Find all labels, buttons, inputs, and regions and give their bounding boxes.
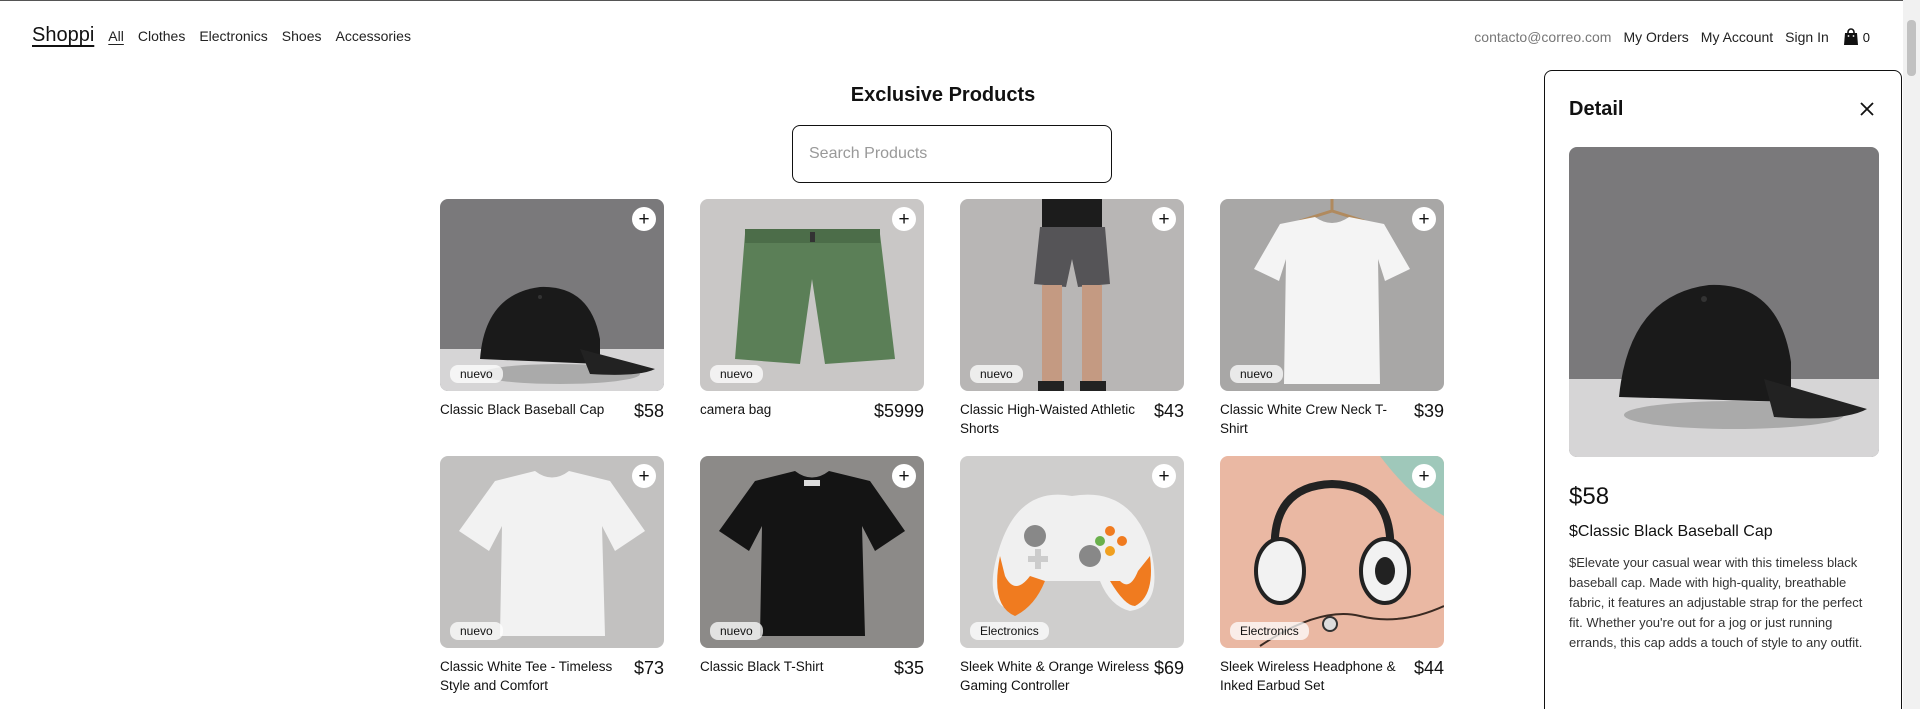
product-info: Classic Black T-Shirt $35 [700,657,924,679]
sign-in-link[interactable]: Sign In [1785,29,1829,45]
nav-category-electronics[interactable]: Electronics [199,28,267,44]
product-grid: + nuevo Classic Black Baseball Cap $58 +… [440,199,1445,709]
product-price: $5999 [873,401,924,421]
product-info: Sleek White & Orange Wireless Gaming Con… [960,657,1184,695]
my-account-link[interactable]: My Account [1701,29,1773,45]
white-tee-image [440,456,664,648]
product-price: $58 [633,401,664,421]
black-cap-image [440,199,664,391]
green-shorts-image [700,199,924,391]
nav-category-clothes[interactable]: Clothes [138,28,185,44]
nav-category-all[interactable]: All [108,28,124,44]
cart-button[interactable]: 0 [1841,27,1870,47]
close-detail-button[interactable] [1857,99,1877,119]
product-card[interactable]: + Electronics Sleek White & Orange Wirel… [960,456,1184,709]
cart-count: 0 [1862,29,1870,45]
scrollbar-thumb[interactable] [1907,20,1916,76]
product-image[interactable]: + Electronics [960,456,1184,648]
category-badge: nuevo [1230,365,1283,383]
product-card[interactable]: + nuevo Classic Black T-Shirt $35 [700,456,924,709]
category-badge: nuevo [710,365,763,383]
nav-category-shoes[interactable]: Shoes [282,28,322,44]
product-card[interactable]: + nuevo Classic Black Baseball Cap $58 [440,199,664,456]
add-to-cart-button[interactable]: + [1152,464,1176,488]
category-badge: Electronics [1230,622,1309,640]
category-badge: nuevo [710,622,763,640]
detail-description: $Elevate your casual wear with this time… [1569,555,1863,650]
product-image[interactable]: + nuevo [1220,199,1444,391]
athletic-shorts-image [960,199,1184,391]
add-to-cart-button[interactable]: + [892,464,916,488]
product-name: Classic High-Waisted Athletic Shorts [960,402,1136,436]
product-price: $39 [1413,401,1444,421]
category-badge: nuevo [970,365,1023,383]
product-card[interactable]: + nuevo Classic High-Waisted Athletic Sh… [960,199,1184,456]
product-info: Classic White Tee - Timeless Style and C… [440,657,664,695]
add-to-cart-button[interactable]: + [892,207,916,231]
product-name: Classic White Crew Neck T-Shirt [1220,402,1388,436]
black-tee-image [700,456,924,648]
product-card[interactable]: + Electronics Sleek Wireless Headphone &… [1220,456,1444,709]
product-image[interactable]: + nuevo [960,199,1184,391]
navbar: Shoppi All Clothes Electronics Shoes Acc… [0,18,1900,54]
add-to-cart-button[interactable]: + [1412,464,1436,488]
product-image[interactable]: + nuevo [700,456,924,648]
close-icon [1860,102,1874,116]
product-card[interactable]: + nuevo camera bag $5999 [700,199,924,456]
product-price: $69 [1153,658,1184,678]
add-to-cart-button[interactable]: + [632,464,656,488]
black-cap-detail-image [1569,147,1879,457]
product-image[interactable]: + nuevo [440,199,664,391]
page-scrollbar[interactable] [1903,0,1920,709]
my-orders-link[interactable]: My Orders [1623,29,1688,45]
product-card[interactable]: + nuevo Classic White Crew Neck T-Shirt … [1220,199,1444,456]
nav-right: contacto@correo.com My Orders My Account… [1474,27,1870,47]
product-info: Classic White Crew Neck T-Shirt $39 [1220,400,1444,438]
category-badge: nuevo [450,365,503,383]
product-detail-panel: Detail $58 $Classic Black Baseball Cap $… [1544,70,1902,709]
add-to-cart-button[interactable]: + [1412,207,1436,231]
product-image[interactable]: + nuevo [700,199,924,391]
nav-category-accessories[interactable]: Accessories [335,28,410,44]
window-top-border [0,0,1920,1]
product-info: Classic Black Baseball Cap $58 [440,400,664,422]
product-name: Classic Black Baseball Cap [440,402,605,417]
product-name: Sleek Wireless Headphone & Inked Earbud … [1220,659,1396,693]
add-to-cart-button[interactable]: + [1152,207,1176,231]
category-badge: Electronics [970,622,1049,640]
logo-link[interactable]: Shoppi [32,24,94,47]
user-email: contacto@correo.com [1474,29,1612,45]
search-input[interactable] [792,125,1112,183]
product-price: $43 [1153,401,1184,421]
product-image[interactable]: + Electronics [1220,456,1444,648]
page-title-text: Exclusive Products [850,84,1036,106]
add-to-cart-button[interactable]: + [632,207,656,231]
product-price: $44 [1413,658,1444,678]
white-tshirt-hanger-image [1220,199,1444,391]
detail-price: $58 [1569,483,1610,510]
product-price: $35 [893,658,924,678]
shopping-bag-icon [1841,27,1861,47]
product-price: $73 [633,658,664,678]
detail-product-name: $Classic Black Baseball Cap [1569,523,1773,540]
product-info: Sleek Wireless Headphone & Inked Earbud … [1220,657,1444,695]
product-name: camera bag [700,402,772,417]
headphones-image [1220,456,1444,648]
game-controller-image [960,456,1184,648]
product-name: Classic Black T-Shirt [700,659,824,674]
category-badge: nuevo [450,622,503,640]
nav-left: Shoppi All Clothes Electronics Shoes Acc… [32,24,411,47]
product-name: Sleek White & Orange Wireless Gaming Con… [960,659,1150,693]
detail-title: Detail [1569,98,1624,120]
detail-product-image [1569,147,1879,457]
product-info: Classic High-Waisted Athletic Shorts $43 [960,400,1184,438]
product-image[interactable]: + nuevo [440,456,664,648]
product-card[interactable]: + nuevo Classic White Tee - Timeless Sty… [440,456,664,709]
product-name: Classic White Tee - Timeless Style and C… [440,659,613,693]
product-info: camera bag $5999 [700,400,924,422]
